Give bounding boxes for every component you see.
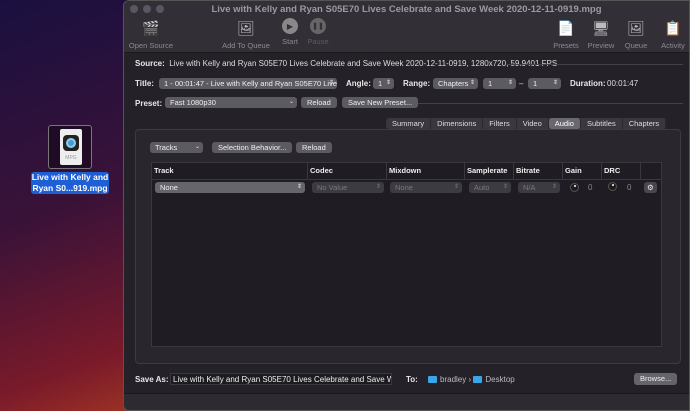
track-select[interactable]: None ⇕ bbox=[155, 182, 305, 193]
title-select[interactable]: 1 - 00:01:47 - Live with Kelly and Ryan … bbox=[159, 78, 337, 89]
toolbar: Live with Kelly and Ryan S05E70 Lives Ce… bbox=[124, 1, 689, 53]
audio-reload-button[interactable]: Reload bbox=[296, 142, 332, 153]
add-queue-icon: 🖼 bbox=[237, 19, 255, 36]
browse-button[interactable]: Browse... bbox=[634, 373, 678, 385]
preset-select[interactable]: Fast 1080p30 ⌄ bbox=[165, 97, 297, 108]
home-folder-icon bbox=[428, 376, 437, 383]
activity-log-icon: 📋 bbox=[664, 19, 682, 36]
range-type-select[interactable]: Chapters ⇕ bbox=[433, 78, 478, 89]
chevron-down-icon: ⌄ bbox=[288, 99, 294, 105]
range-end-select[interactable]: 1 ⇕ bbox=[528, 78, 561, 89]
updown-chevron-icon: ⇕ bbox=[328, 80, 334, 86]
handbrake-window: Live with Kelly and Ryan S05E70 Lives Ce… bbox=[123, 0, 690, 411]
tab-bar: Summary Dimensions Filters Video Audio Subtit… bbox=[386, 118, 667, 129]
source-value: Live with Kelly and Ryan S05E70 Lives Ce… bbox=[169, 59, 558, 68]
codec-select[interactable]: No Value ⇕ bbox=[312, 182, 384, 193]
tab-chapters[interactable]: Chapters bbox=[623, 118, 667, 129]
save-as-field[interactable]: Live with Kelly and Ryan S05E70 Lives Ce… bbox=[170, 373, 392, 385]
range-start-select[interactable]: 1 ⇕ bbox=[483, 78, 516, 89]
samplerate-select[interactable]: Auto ⇕ bbox=[469, 182, 511, 193]
mpg-file-icon: MPG bbox=[60, 129, 82, 165]
clapperboard-icon: 🎬 bbox=[142, 19, 160, 36]
play-icon: ▶ bbox=[282, 18, 298, 34]
tab-dimensions[interactable]: Dimensions bbox=[431, 118, 484, 129]
gain-knob[interactable] bbox=[570, 183, 579, 192]
gear-icon[interactable]: ⚙ bbox=[644, 182, 657, 193]
folder-icon bbox=[473, 376, 483, 383]
tab-subtitles[interactable]: Subtitles bbox=[581, 118, 623, 129]
preset-reload-button[interactable]: Reload bbox=[301, 97, 337, 108]
destination-path[interactable]: bradley › Desktop bbox=[428, 375, 515, 384]
status-bar bbox=[124, 393, 689, 410]
tab-video[interactable]: Video bbox=[517, 118, 549, 129]
source-row: Source: Live with Kelly and Ryan S05E70 … bbox=[135, 59, 558, 68]
angle-select[interactable]: 1 ⇕ bbox=[373, 78, 394, 89]
bitrate-select[interactable]: N/A ⇕ bbox=[518, 182, 560, 193]
audio-tracks-table: Track Codec Mixdown Samplerate Bitrate G… bbox=[151, 162, 662, 347]
tracks-menu[interactable]: Tracks ⌄ bbox=[150, 142, 203, 153]
start-button[interactable]: ▶ Start bbox=[278, 18, 302, 46]
desktop-file-icon[interactable]: MPG bbox=[48, 125, 92, 169]
add-to-queue-button[interactable]: 🖼 Add To Queue bbox=[221, 18, 271, 51]
queue-icon: 🖼 bbox=[627, 19, 645, 36]
tab-filters[interactable]: Filters bbox=[483, 118, 517, 129]
desktop-file-label[interactable]: Live with Kelly and Ryan S0...919.mpg bbox=[31, 172, 109, 194]
window-title: Live with Kelly and Ryan S05E70 Lives Ce… bbox=[211, 4, 602, 15]
duration-value: 00:01:47 bbox=[607, 79, 639, 88]
presets-button[interactable]: 📄 Presets bbox=[552, 18, 580, 51]
tab-summary[interactable]: Summary bbox=[386, 118, 432, 129]
presets-icon: 📄 bbox=[557, 19, 575, 36]
monitor-icon: 🖥 bbox=[592, 19, 610, 36]
activity-button[interactable]: 📋 Activity bbox=[656, 18, 689, 51]
pause-icon: ❚❚ bbox=[310, 18, 326, 34]
selection-behavior-button[interactable]: Selection Behavior... bbox=[212, 142, 293, 153]
preview-button[interactable]: 🖥 Preview bbox=[586, 18, 616, 51]
tab-audio[interactable]: Audio bbox=[548, 118, 581, 129]
mixdown-select[interactable]: None ⇕ bbox=[390, 182, 462, 193]
open-source-button[interactable]: 🎬 Open Source bbox=[128, 18, 174, 51]
pause-button[interactable]: ❚❚ Pause bbox=[305, 18, 331, 46]
table-header: Track Codec Mixdown Samplerate Bitrate G… bbox=[152, 163, 661, 180]
drc-knob[interactable] bbox=[608, 182, 617, 191]
queue-button[interactable]: 🖼 Queue bbox=[622, 18, 650, 51]
save-new-preset-button[interactable]: Save New Preset... bbox=[342, 97, 419, 108]
